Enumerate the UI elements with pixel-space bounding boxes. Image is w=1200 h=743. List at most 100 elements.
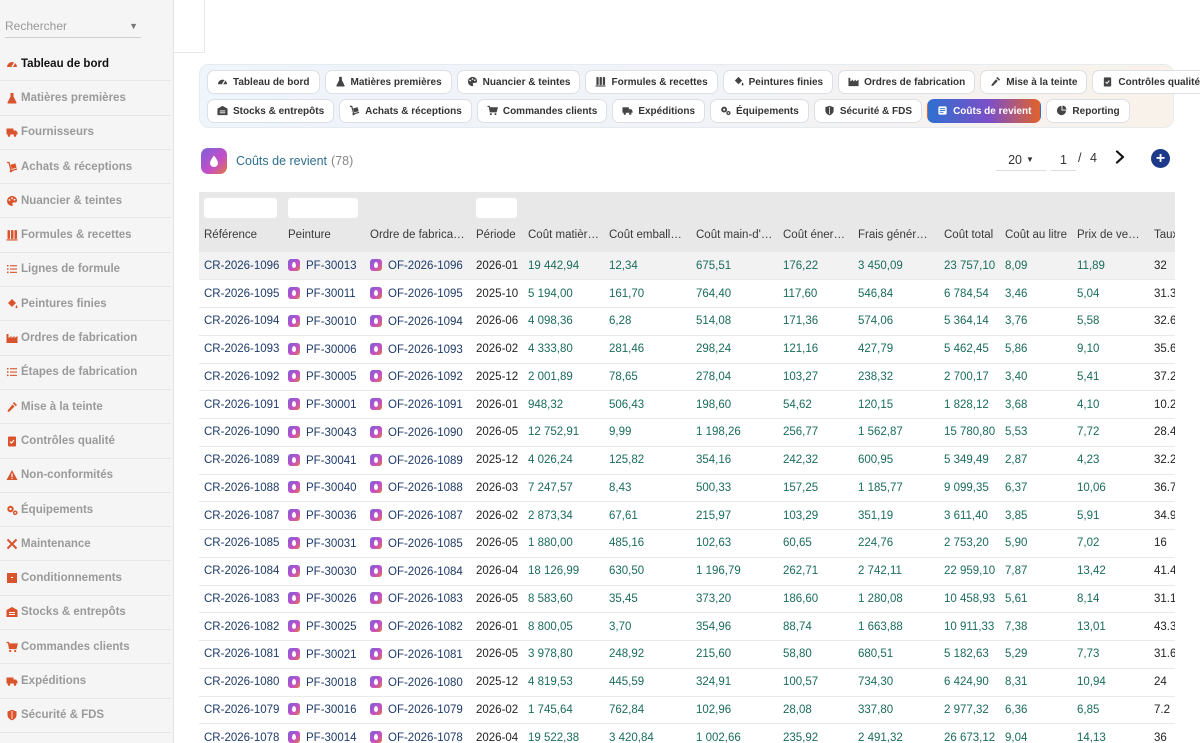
sidebar-item-list[interactable]: Lignes de formule <box>0 253 171 288</box>
table-cell[interactable]: PF-30041 <box>283 446 365 475</box>
table-cell[interactable]: OF-2026-1092 <box>365 363 471 392</box>
table-cell[interactable]: PF-30014 <box>283 723 365 743</box>
table-cell[interactable]: PF-30043 <box>283 418 365 447</box>
table-row[interactable]: CR-2026-1079 PF-30016 OF-2026-1079 2026-02 1… <box>199 696 1175 725</box>
table-cell[interactable]: PF-30026 <box>283 585 365 614</box>
table-cell[interactable]: CR-2026-1081 <box>199 640 283 669</box>
table-row[interactable]: CR-2026-1093 PF-30006 OF-2026-1093 2026-02 4… <box>199 335 1175 364</box>
column-header[interactable]: Coût matières <box>523 218 604 252</box>
table-cell[interactable]: CR-2026-1090 <box>199 418 283 447</box>
table-cell[interactable]: PF-30010 <box>283 307 365 336</box>
search-select[interactable]: Rechercher ▼ <box>5 14 141 38</box>
sidebar-item-gauge[interactable]: Tableau de bord <box>0 47 171 82</box>
module-tab-shield[interactable]: Sécurité & FDS <box>813 99 923 123</box>
sidebar-item-palette[interactable]: Nuancier & teintes <box>0 184 171 219</box>
table-row[interactable]: CR-2026-1092 PF-30005 OF-2026-1092 2025-12 2… <box>199 363 1175 392</box>
module-tab-pie-chart[interactable]: Reporting <box>1046 99 1130 123</box>
filter-reference-input[interactable] <box>204 198 277 218</box>
sidebar-item-vials[interactable]: Formules & recettes <box>0 218 171 253</box>
sidebar-item-flask[interactable]: Matières premières <box>0 81 171 116</box>
table-cell[interactable]: CR-2026-1088 <box>199 474 283 503</box>
module-tab-clipboard-check[interactable]: Contrôles qualité <box>1092 70 1200 94</box>
table-row[interactable]: CR-2026-1095 PF-30011 OF-2026-1095 2025-10 5… <box>199 279 1175 308</box>
table-cell[interactable]: OF-2026-1087 <box>365 501 471 530</box>
table-cell[interactable]: PF-30025 <box>283 612 365 641</box>
table-cell[interactable]: PF-30016 <box>283 696 365 725</box>
filter-paint-input[interactable] <box>288 198 358 218</box>
table-cell[interactable]: CR-2026-1084 <box>199 557 283 586</box>
table-row[interactable]: CR-2026-1081 PF-30021 OF-2026-1081 2026-05 3… <box>199 640 1175 669</box>
module-tab-eyedropper[interactable]: Mise à la teinte <box>980 70 1088 94</box>
module-tab-industry[interactable]: Ordres de fabrication <box>838 70 976 94</box>
sidebar-item-box[interactable]: Conditionnements <box>0 561 171 596</box>
table-cell[interactable]: PF-30018 <box>283 668 365 697</box>
table-row[interactable]: CR-2026-1084 PF-30030 OF-2026-1084 2026-04 1… <box>199 557 1175 586</box>
table-cell[interactable]: CR-2026-1087 <box>199 501 283 530</box>
sidebar-item-dolly[interactable]: Achats & réceptions <box>0 150 171 185</box>
module-tab-gears[interactable]: Équipements <box>710 99 809 123</box>
table-cell[interactable]: PF-30013 <box>283 252 365 281</box>
table-cell[interactable]: OF-2026-1096 <box>365 252 471 281</box>
module-tab-cart[interactable]: Commandes clients <box>476 99 608 123</box>
table-cell[interactable]: OF-2026-1085 <box>365 529 471 558</box>
table-row[interactable]: CR-2026-1096 PF-30013 OF-2026-1096 2026-01 1… <box>199 252 1175 281</box>
current-page-input[interactable]: 1 <box>1051 149 1076 171</box>
table-cell[interactable]: OF-2026-1081 <box>365 640 471 669</box>
table-cell[interactable]: CR-2026-1082 <box>199 612 283 641</box>
table-cell[interactable]: PF-30021 <box>283 640 365 669</box>
table-cell[interactable]: PF-30011 <box>283 279 365 308</box>
table-cell[interactable]: CR-2026-1079 <box>199 696 283 725</box>
table-cell[interactable]: OF-2026-1082 <box>365 612 471 641</box>
table-cell[interactable]: OF-2026-1084 <box>365 557 471 586</box>
table-row[interactable]: CR-2026-1091 PF-30001 OF-2026-1091 2026-01 9… <box>199 390 1175 419</box>
table-cell[interactable]: OF-2026-1089 <box>365 446 471 475</box>
column-header[interactable]: Référence <box>199 218 283 252</box>
table-cell[interactable]: CR-2026-1078 <box>199 723 283 743</box>
add-record-button[interactable]: + <box>1151 149 1170 168</box>
table-cell[interactable]: OF-2026-1080 <box>365 668 471 697</box>
table-cell[interactable]: CR-2026-1094 <box>199 307 283 336</box>
column-header[interactable]: Coût énergie <box>778 218 853 252</box>
module-tab-palette[interactable]: Nuancier & teintes <box>456 70 581 94</box>
table-cell[interactable]: PF-30005 <box>283 363 365 392</box>
table-row[interactable]: CR-2026-1087 PF-30036 OF-2026-1087 2026-02 2… <box>199 501 1175 530</box>
sidebar-item-warehouse[interactable]: Stocks & entrepôts <box>0 596 171 631</box>
column-header[interactable]: Coût au litre <box>1000 218 1072 252</box>
table-cell[interactable]: OF-2026-1095 <box>365 279 471 308</box>
module-tab-receipt[interactable]: Coûts de revient <box>927 99 1042 123</box>
table-cell[interactable]: OF-2026-1088 <box>365 474 471 503</box>
table-cell[interactable]: PF-30036 <box>283 501 365 530</box>
sidebar-item-eyedropper[interactable]: Mise à la teinte <box>0 390 171 425</box>
table-row[interactable]: CR-2026-1090 PF-30043 OF-2026-1090 2026-05 1… <box>199 418 1175 447</box>
module-tab-paint-bucket[interactable]: Peintures finies <box>722 70 834 94</box>
column-header[interactable]: Ordre de fabrica… <box>365 218 471 252</box>
table-cell[interactable]: PF-30040 <box>283 474 365 503</box>
column-header[interactable]: Coût total <box>939 218 1000 252</box>
table-row[interactable]: CR-2026-1089 PF-30041 OF-2026-1089 2025-12 4… <box>199 446 1175 475</box>
column-header[interactable]: Taux <box>1149 218 1175 252</box>
table-cell[interactable]: CR-2026-1091 <box>199 390 283 419</box>
table-row[interactable]: CR-2026-1085 PF-30031 OF-2026-1085 2026-05 1… <box>199 529 1175 558</box>
table-cell[interactable]: CR-2026-1089 <box>199 446 283 475</box>
table-cell[interactable]: OF-2026-1083 <box>365 585 471 614</box>
table-cell[interactable]: PF-30006 <box>283 335 365 364</box>
table-cell[interactable]: OF-2026-1090 <box>365 418 471 447</box>
table-cell[interactable]: CR-2026-1085 <box>199 529 283 558</box>
sidebar-item-tools[interactable]: Maintenance <box>0 527 171 562</box>
module-tab-dolly[interactable]: Achats & réceptions <box>339 99 472 123</box>
table-cell[interactable]: OF-2026-1091 <box>365 390 471 419</box>
module-tab-warehouse[interactable]: Stocks & entrepôts <box>207 99 335 123</box>
table-cell[interactable]: CR-2026-1096 <box>199 252 283 281</box>
table-cell[interactable]: OF-2026-1078 <box>365 723 471 743</box>
filter-period-input[interactable] <box>476 198 517 218</box>
caret-down-icon[interactable]: ▼ <box>129 14 138 38</box>
table-cell[interactable]: OF-2026-1079 <box>365 696 471 725</box>
sidebar-item-warning[interactable]: Non-conformités <box>0 459 171 493</box>
module-tab-shipping[interactable]: Expéditions <box>612 99 706 123</box>
sidebar-item-paint-bucket[interactable]: Peintures finies <box>0 287 171 322</box>
sidebar-item-shipping[interactable]: Expéditions <box>0 664 171 699</box>
table-cell[interactable]: CR-2026-1080 <box>199 668 283 697</box>
sidebar-item-gears[interactable]: Équipements <box>0 493 171 528</box>
column-header[interactable]: Coût main-d'… <box>691 218 778 252</box>
table-row[interactable]: CR-2026-1083 PF-30026 OF-2026-1083 2026-05 8… <box>199 585 1175 614</box>
